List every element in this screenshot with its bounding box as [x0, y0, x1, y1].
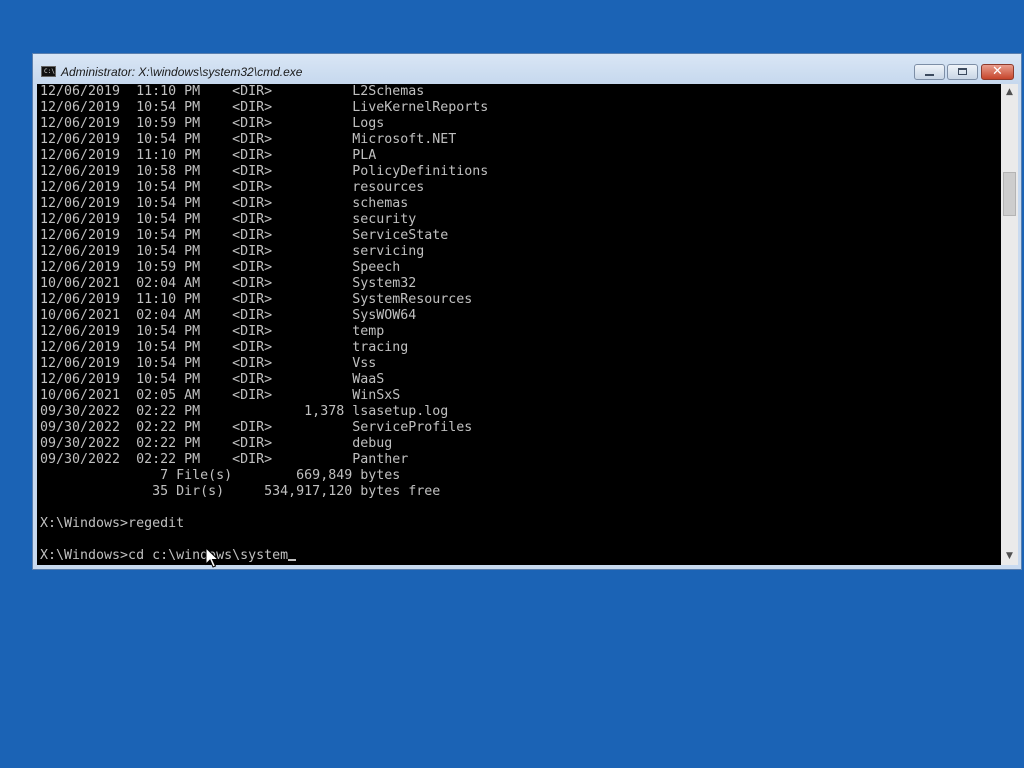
minimize-button[interactable]	[914, 64, 945, 80]
maximize-icon	[958, 68, 967, 75]
scroll-up-icon[interactable]: ▲	[1001, 84, 1018, 101]
console-line: 09/30/2022 02:22 PM <DIR> ServiceProfile…	[40, 420, 473, 435]
scrollbar-thumb[interactable]	[1003, 172, 1016, 216]
command-input-line[interactable]: X:\Windows>cd c:\windows\system	[40, 548, 488, 564]
console-line: 12/06/2019 10:54 PM <DIR> WaaS	[40, 372, 385, 387]
minimize-icon	[925, 74, 934, 76]
console-line: 12/06/2019 10:54 PM <DIR> security	[40, 212, 417, 227]
console-line: 12/06/2019 10:54 PM <DIR> Vss	[40, 356, 377, 371]
cmd-app-icon-label: C:\	[44, 68, 55, 75]
cmd-window[interactable]: C:\ Administrator: X:\windows\system32\c…	[32, 53, 1022, 570]
console-line: 12/06/2019 10:54 PM <DIR> Microsoft.NET	[40, 132, 457, 147]
console-line: 12/06/2019 10:54 PM <DIR> tracing	[40, 340, 409, 355]
console-line: 12/06/2019 10:59 PM <DIR> Speech	[40, 260, 401, 275]
maximize-button[interactable]	[947, 64, 978, 80]
console-line: 7 File(s) 669,849 bytes	[40, 468, 401, 483]
scroll-down-icon[interactable]: ▼	[1001, 548, 1018, 565]
console-line: 12/06/2019 10:54 PM <DIR> servicing	[40, 244, 425, 259]
desktop-background: C:\ Administrator: X:\windows\system32\c…	[0, 0, 1024, 768]
console-output[interactable]: 12/06/2019 11:10 PM <DIR> L2Schemas 12/06…	[37, 84, 1001, 565]
console-line: 35 Dir(s) 534,917,120 bytes free	[40, 484, 441, 499]
command-input-text[interactable]: X:\Windows>cd c:\windows\system	[40, 548, 288, 563]
console-text: 12/06/2019 11:10 PM <DIR> L2Schemas 12/06…	[40, 84, 488, 564]
console-line: 12/06/2019 10:58 PM <DIR> PolicyDefiniti…	[40, 164, 489, 179]
close-button[interactable]: ✕	[981, 64, 1014, 80]
console-line: 10/06/2021 02:05 AM <DIR> WinSxS	[40, 388, 401, 403]
title-bar[interactable]: C:\ Administrator: X:\windows\system32\c…	[33, 54, 1021, 84]
console-line: 12/06/2019 11:10 PM <DIR> SystemResource…	[40, 292, 473, 307]
console-line: 12/06/2019 11:10 PM <DIR> PLA	[40, 148, 377, 163]
console-line: 10/06/2021 02:04 AM <DIR> SysWOW64	[40, 308, 417, 323]
mouse-pointer-icon	[205, 547, 219, 568]
console-line: 12/06/2019 10:54 PM <DIR> schemas	[40, 196, 409, 211]
console-line: 12/06/2019 11:10 PM <DIR> L2Schemas	[40, 84, 425, 99]
cmd-app-icon[interactable]: C:\	[41, 66, 56, 77]
console-line: 12/06/2019 10:54 PM <DIR> LiveKernelRepo…	[40, 100, 489, 115]
console-line: 12/06/2019 10:54 PM <DIR> temp	[40, 324, 385, 339]
vertical-scrollbar[interactable]: ▲ ▼	[1001, 84, 1018, 565]
console-line: 10/06/2021 02:04 AM <DIR> System32	[40, 276, 417, 291]
window-title: Administrator: X:\windows\system32\cmd.e…	[61, 65, 303, 79]
console-line: X:\Windows>regedit	[40, 516, 185, 531]
console-line: 12/06/2019 10:54 PM <DIR> ServiceState	[40, 228, 449, 243]
console-line: 09/30/2022 02:22 PM <DIR> debug	[40, 436, 393, 451]
text-caret	[288, 559, 297, 561]
close-icon: ✕	[992, 64, 1003, 79]
console-line: 09/30/2022 02:22 PM 1,378 lsasetup.log	[40, 404, 449, 419]
console-line: 12/06/2019 10:59 PM <DIR> Logs	[40, 116, 385, 131]
console-line: 12/06/2019 10:54 PM <DIR> resources	[40, 180, 425, 195]
console-line: 09/30/2022 02:22 PM <DIR> Panther	[40, 452, 409, 467]
